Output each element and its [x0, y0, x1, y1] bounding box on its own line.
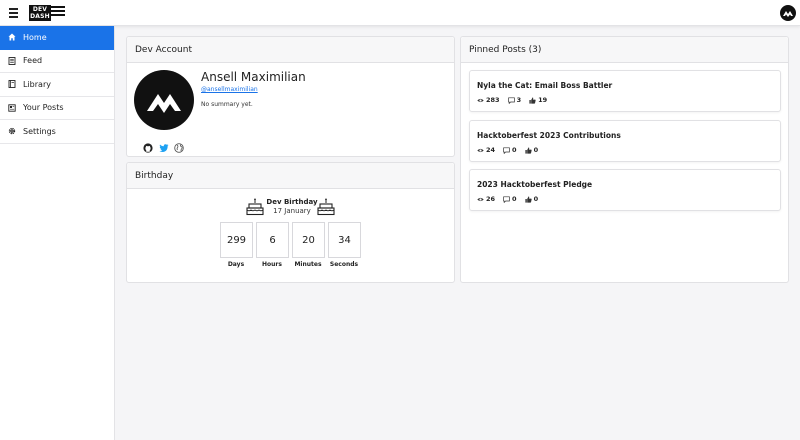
- posts-icon: [8, 104, 16, 112]
- thumbs-up-icon: [524, 146, 532, 154]
- countdown-days: 299: [220, 222, 253, 258]
- post-stats: 283 3 19: [477, 96, 555, 104]
- eye-icon: [477, 197, 484, 201]
- comment-icon: [503, 195, 510, 203]
- home-icon: [8, 33, 16, 41]
- gear-icon: [8, 127, 16, 135]
- eye-icon: [477, 148, 484, 152]
- sidebar-item-label: Library: [23, 79, 51, 89]
- thumbs-up-icon: [529, 96, 536, 104]
- post-title[interactable]: 2023 Hacktoberfest Pledge: [477, 180, 592, 189]
- sidebar-item-label: Settings: [23, 126, 56, 136]
- sidebar-item-home[interactable]: Home: [0, 26, 114, 50]
- comments-count: 0: [512, 195, 517, 203]
- pinned-post[interactable]: 2023 Hacktoberfest Pledge 26 0 0: [469, 169, 781, 211]
- library-icon: [8, 80, 16, 89]
- sidebar-item-feed[interactable]: Feed: [0, 50, 114, 73]
- profile-name: Ansell Maximilian: [201, 70, 306, 84]
- profile-avatar: [134, 70, 194, 130]
- countdown-label: Minutes: [294, 261, 322, 268]
- post-stats: 26 0 0: [477, 195, 546, 203]
- views-count: 26: [486, 195, 496, 203]
- countdown-minutes: 20: [292, 222, 325, 258]
- menu-icon[interactable]: [9, 8, 18, 18]
- countdown-hours: 6: [256, 222, 289, 258]
- post-title[interactable]: Hacktoberfest 2023 Contributions: [477, 131, 621, 140]
- sidebar-item-label: Your Posts: [23, 103, 64, 113]
- card-title: Pinned Posts (3): [461, 37, 788, 63]
- birthday-label: Dev Birthday: [266, 198, 318, 206]
- cake-icon: [317, 198, 335, 216]
- feed-icon: [8, 56, 16, 65]
- dev-dash-logo[interactable]: DEV DASH: [26, 4, 66, 22]
- post-stats: 24 0 0: [477, 146, 546, 154]
- pinned-post[interactable]: Nyla the Cat: Email Boss Battler 283 3 1…: [469, 70, 781, 112]
- countdown-label: Days: [227, 261, 245, 268]
- likes-count: 19: [538, 96, 548, 104]
- countdown-seconds: 34: [328, 222, 361, 258]
- user-avatar[interactable]: [780, 5, 796, 21]
- eye-icon: [477, 98, 484, 102]
- card-title: Birthday: [127, 163, 454, 189]
- profile-handle-link[interactable]: @ansellmaximilian: [201, 86, 258, 93]
- sidebar-item-label: Home: [23, 32, 47, 42]
- countdown-label: Seconds: [329, 261, 359, 268]
- top-bar: DEV DASH: [0, 0, 800, 26]
- sidebar: Home Feed Library Your Posts Settings: [0, 26, 115, 440]
- views-count: 283: [486, 96, 500, 104]
- countdown-label: Hours: [262, 261, 282, 268]
- pinned-post[interactable]: Hacktoberfest 2023 Contributions 24 0 0: [469, 120, 781, 162]
- likes-count: 0: [533, 195, 539, 203]
- sidebar-item-label: Feed: [23, 56, 43, 66]
- globe-icon[interactable]: [174, 138, 184, 153]
- comments-count: 3: [516, 96, 522, 104]
- likes-count: 0: [533, 146, 539, 154]
- github-icon[interactable]: [143, 138, 153, 153]
- post-title[interactable]: Nyla the Cat: Email Boss Battler: [477, 81, 612, 90]
- comment-icon: [507, 96, 515, 104]
- sidebar-item-settings[interactable]: Settings: [0, 120, 114, 144]
- views-count: 24: [486, 146, 496, 154]
- card-title: Dev Account: [127, 37, 454, 63]
- sidebar-item-library[interactable]: Library: [0, 73, 114, 97]
- birthday-date: 17 January: [273, 207, 311, 215]
- twitter-icon[interactable]: [159, 138, 169, 152]
- thumbs-up-icon: [524, 195, 532, 203]
- profile-summary: No summary yet.: [201, 101, 253, 108]
- sidebar-item-your-posts[interactable]: Your Posts: [0, 97, 114, 120]
- comment-icon: [503, 146, 510, 154]
- comments-count: 0: [512, 146, 517, 154]
